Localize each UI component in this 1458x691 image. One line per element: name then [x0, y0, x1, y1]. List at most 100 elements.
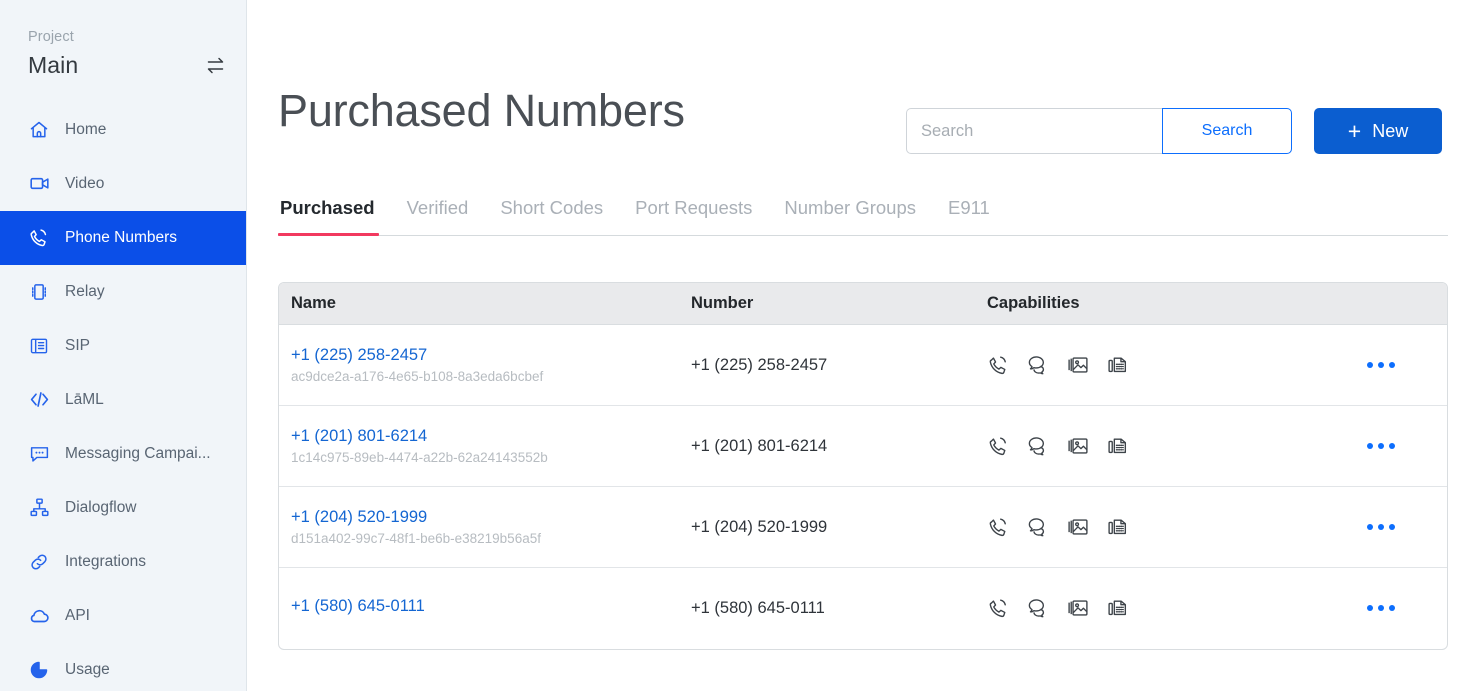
sidebar-item-laml[interactable]: LāML [0, 373, 246, 427]
voice-phone-icon[interactable] [987, 516, 1009, 538]
numbers-table: Name Number Capabilities +1 (225) 258-24… [279, 283, 1447, 649]
number-name-link[interactable]: +1 (204) 520-1999 [291, 507, 679, 528]
search-group: Search [906, 108, 1292, 154]
link-icon [28, 551, 50, 573]
sidebar-item-label: Relay [65, 283, 105, 301]
fax-icon[interactable] [1107, 354, 1129, 376]
project-label: Project [28, 30, 246, 46]
mms-image-icon[interactable] [1067, 516, 1089, 538]
voice-phone-icon[interactable] [987, 435, 1009, 457]
sidebar-item-label: Dialogflow [65, 499, 137, 517]
sms-chat-icon[interactable] [1027, 354, 1049, 376]
sidebar-item-phone-numbers[interactable]: Phone Numbers [0, 211, 246, 265]
ellipsis-icon[interactable] [1349, 524, 1447, 530]
cell-actions [1337, 487, 1447, 568]
search-button[interactable]: Search [1162, 108, 1292, 154]
numbers-table-container: Name Number Capabilities +1 (225) 258-24… [278, 282, 1448, 650]
plus-icon: + [1348, 120, 1361, 143]
cell-number: +1 (225) 258-2457 [679, 325, 975, 406]
sidebar-item-relay[interactable]: Relay [0, 265, 246, 319]
tab-short-codes[interactable]: Short Codes [484, 197, 619, 235]
capability-icons [987, 354, 1337, 376]
cell-actions [1337, 568, 1447, 649]
cell-capabilities [975, 487, 1337, 568]
tab-number-groups[interactable]: Number Groups [768, 197, 932, 235]
sidebar-item-api[interactable]: API [0, 589, 246, 643]
video-icon [28, 173, 50, 195]
sms-chat-icon[interactable] [1027, 435, 1049, 457]
sidebar-item-usage[interactable]: Usage [0, 643, 246, 691]
piechart-icon [28, 659, 50, 681]
cell-name: +1 (201) 801-6214 1c14c975-89eb-4474-a22… [279, 406, 679, 487]
sidebar-item-messaging-campaigns[interactable]: Messaging Campai... [0, 427, 246, 481]
tab-purchased[interactable]: Purchased [278, 197, 391, 235]
sms-chat-icon[interactable] [1027, 597, 1049, 619]
cloud-icon [28, 605, 50, 627]
sidebar-item-video[interactable]: Video [0, 157, 246, 211]
cell-capabilities [975, 568, 1337, 649]
sidebar-item-dialogflow[interactable]: Dialogflow [0, 481, 246, 535]
project-switcher[interactable]: Project Main [0, 0, 246, 79]
code-icon [28, 389, 50, 411]
new-button-label: New [1372, 121, 1408, 142]
cell-capabilities [975, 325, 1337, 406]
tabs-divider [278, 235, 1448, 236]
tab-port-requests[interactable]: Port Requests [619, 197, 768, 235]
table-row[interactable]: +1 (201) 801-6214 1c14c975-89eb-4474-a22… [279, 406, 1447, 487]
cell-number: +1 (204) 520-1999 [679, 487, 975, 568]
app-root: Project Main Home [0, 0, 1458, 691]
mms-image-icon[interactable] [1067, 435, 1089, 457]
tab-list: Purchased Verified Short Codes Port Requ… [278, 197, 1447, 235]
main-content: Purchased Numbers Search + New Purchased… [247, 0, 1458, 691]
fax-icon[interactable] [1107, 516, 1129, 538]
tabs-container: Purchased Verified Short Codes Port Requ… [278, 197, 1447, 236]
home-icon [28, 119, 50, 141]
ellipsis-icon[interactable] [1349, 443, 1447, 449]
voice-phone-icon[interactable] [987, 597, 1009, 619]
page-header: Purchased Numbers Search + New [278, 0, 1447, 154]
capability-icons [987, 597, 1337, 619]
voice-phone-icon[interactable] [987, 354, 1009, 376]
project-name: Main [28, 52, 78, 79]
swap-horizontal-icon[interactable] [204, 54, 226, 76]
column-header-capabilities: Capabilities [975, 283, 1337, 325]
sidebar-item-sip[interactable]: SIP [0, 319, 246, 373]
cell-name: +1 (580) 645-0111 [279, 568, 679, 649]
ellipsis-icon[interactable] [1349, 362, 1447, 368]
number-name-link[interactable]: +1 (201) 801-6214 [291, 426, 679, 447]
capability-icons [987, 435, 1337, 457]
fax-icon[interactable] [1107, 597, 1129, 619]
table-row[interactable]: +1 (580) 645-0111 +1 (580) 645-0111 [279, 568, 1447, 649]
number-name-link[interactable]: +1 (580) 645-0111 [291, 596, 679, 617]
new-button[interactable]: + New [1314, 108, 1442, 154]
sidebar-item-label: Usage [65, 661, 110, 679]
mms-image-icon[interactable] [1067, 597, 1089, 619]
cell-number: +1 (201) 801-6214 [679, 406, 975, 487]
ellipsis-icon[interactable] [1349, 605, 1447, 611]
search-input[interactable] [906, 108, 1162, 154]
fax-icon[interactable] [1107, 435, 1129, 457]
sidebar-item-label: SIP [65, 337, 90, 355]
table-body: +1 (225) 258-2457 ac9dce2a-a176-4e65-b10… [279, 325, 1447, 649]
number-uuid: ac9dce2a-a176-4e65-b108-8a3eda6bcbef [291, 369, 679, 385]
table-row[interactable]: +1 (204) 520-1999 d151a402-99c7-48f1-be6… [279, 487, 1447, 568]
tab-verified[interactable]: Verified [391, 197, 485, 235]
sidebar-item-integrations[interactable]: Integrations [0, 535, 246, 589]
sms-chat-icon[interactable] [1027, 516, 1049, 538]
tab-e911[interactable]: E911 [932, 197, 1006, 235]
sidebar-item-label: Phone Numbers [65, 229, 177, 247]
table-head: Name Number Capabilities [279, 283, 1447, 325]
number-name-link[interactable]: +1 (225) 258-2457 [291, 345, 679, 366]
number-uuid: 1c14c975-89eb-4474-a22b-62a24143552b [291, 450, 679, 466]
cell-number: +1 (580) 645-0111 [679, 568, 975, 649]
page-title: Purchased Numbers [278, 88, 685, 133]
cell-capabilities [975, 406, 1337, 487]
header-actions: Search + New [906, 88, 1447, 154]
table-row[interactable]: +1 (225) 258-2457 ac9dce2a-a176-4e65-b10… [279, 325, 1447, 406]
sidebar-item-label: Integrations [65, 553, 146, 571]
cell-name: +1 (225) 258-2457 ac9dce2a-a176-4e65-b10… [279, 325, 679, 406]
mms-image-icon[interactable] [1067, 354, 1089, 376]
column-header-name: Name [279, 283, 679, 325]
sidebar-item-home[interactable]: Home [0, 103, 246, 157]
sidebar-item-label: API [65, 607, 90, 625]
